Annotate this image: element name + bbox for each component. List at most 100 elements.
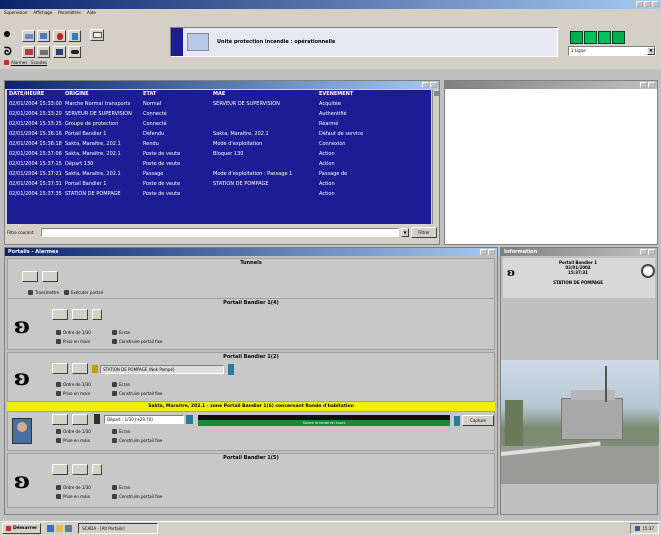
cell-mae: Mode d'exploitation xyxy=(213,141,263,147)
build-option[interactable]: Construire portail fixe xyxy=(112,391,162,396)
start-button[interactable]: Démarrer xyxy=(2,523,42,534)
col-header-origin[interactable]: ORIGINE xyxy=(63,90,141,99)
takeover-option[interactable]: Prise en main xyxy=(56,339,90,344)
line-select[interactable]: 1 Ligne ▼ xyxy=(568,46,656,56)
portal-view-button[interactable] xyxy=(52,309,68,320)
table-row[interactable]: 02/01/2004 15:37:31 Portail Bandier 1 Post… xyxy=(7,179,431,189)
col-header-date[interactable]: DATE/HEURE xyxy=(7,90,63,99)
table-row[interactable]: 02/01/2004 15:37:21 Sakta, Maraitre, 202.… xyxy=(7,169,431,179)
col-header-state[interactable]: ETAT xyxy=(141,90,211,99)
cell-state: Poste de veute xyxy=(143,151,181,157)
capture-button[interactable]: Capture xyxy=(462,415,494,426)
portal-view-button[interactable] xyxy=(52,363,68,374)
minimize-button[interactable] xyxy=(640,249,647,255)
scroll-up-icon[interactable] xyxy=(434,91,439,96)
screen-option[interactable]: Ecran xyxy=(112,330,130,335)
tunnel-camera-button[interactable] xyxy=(42,271,58,282)
phone-button[interactable] xyxy=(37,30,50,42)
network-icon[interactable] xyxy=(635,526,641,531)
portal-person-button[interactable] xyxy=(92,464,102,475)
portal-person-button[interactable] xyxy=(92,309,102,320)
table-row[interactable]: 02/01/2004 15:37:35 STATION DE POMPAGE Pos… xyxy=(7,189,431,199)
monitor-button[interactable] xyxy=(90,29,104,41)
screen-option[interactable]: Ecran xyxy=(112,429,130,434)
folder-icon[interactable] xyxy=(56,525,64,532)
screen-option[interactable]: Ecran xyxy=(112,382,130,387)
portal-camera-button[interactable] xyxy=(72,464,88,475)
order-option[interactable]: Ordre de 1/30 xyxy=(56,382,91,387)
minimize-button[interactable] xyxy=(480,249,487,255)
minimize-button[interactable] xyxy=(640,82,647,88)
table-row[interactable]: 02/01/2004 15:36:16 Portail Bandier 1 Défe… xyxy=(7,129,431,139)
walking-person-icon xyxy=(186,415,193,424)
portal-view-button[interactable] xyxy=(52,414,68,425)
col-header-event[interactable]: EVENEMENT xyxy=(317,90,427,99)
minimize-button[interactable] xyxy=(422,82,429,88)
maximize-button[interactable] xyxy=(430,82,437,88)
menu-supervision[interactable]: Supervision xyxy=(4,9,27,17)
checkbox-icon xyxy=(112,391,117,396)
takeover-option[interactable]: Prise en main xyxy=(56,391,90,396)
tunnel-view-button[interactable] xyxy=(22,271,38,282)
filter-button[interactable]: Filtrer xyxy=(411,227,437,238)
table-row[interactable]: 02/01/2004 15:36:18 Sakta, Maraitre, 202.… xyxy=(7,139,431,149)
camera-button[interactable] xyxy=(22,30,35,42)
table-row[interactable]: 02/01/2004 15:33:00 Marche Normal transpo… xyxy=(7,99,431,109)
eye-button[interactable] xyxy=(68,46,81,58)
ear-icon[interactable] xyxy=(4,31,10,37)
transmit-option[interactable]: Transmettre xyxy=(28,290,59,295)
maximize-button[interactable] xyxy=(648,249,655,255)
people-button[interactable] xyxy=(22,46,35,58)
maximize-button[interactable] xyxy=(488,249,495,255)
table-row[interactable]: 02/01/2004 15:37:06 Sakta, Maraitre, 202.… xyxy=(7,149,431,159)
checkbox-icon xyxy=(56,429,61,434)
departure-select[interactable]: Départ : 1/30 (+29.70) xyxy=(104,415,184,424)
task-button[interactable]: SCADA - [Alt Portails] xyxy=(78,523,159,534)
trees-shape xyxy=(505,400,523,446)
table-row[interactable]: 02/01/2004 15:37:15 Départ 130 Poste de ve… xyxy=(7,159,431,169)
events-scrollbar[interactable] xyxy=(432,90,439,224)
takeover-option[interactable]: Prise en main xyxy=(56,494,90,499)
build-option[interactable]: Construire portail fixe xyxy=(112,494,162,499)
portal-camera-button[interactable] xyxy=(72,309,88,320)
build-option[interactable]: Construire portail fixe xyxy=(112,339,162,344)
order-option[interactable]: Ordre de 1/30 xyxy=(56,330,91,335)
save-button[interactable] xyxy=(53,46,66,58)
menu-parametres[interactable]: Paramètres xyxy=(58,9,81,17)
station-field[interactable]: STATION DE POMPAGE (Nok Pompé) xyxy=(100,365,224,374)
maximize-button[interactable] xyxy=(644,1,651,7)
takeover-option[interactable]: Prise en main xyxy=(56,438,90,443)
portal-camera-button[interactable] xyxy=(72,363,88,374)
col-header-mae[interactable]: MAE xyxy=(211,90,317,99)
build-option[interactable]: Construire portail fixe xyxy=(112,438,162,443)
start-label: Démarrer xyxy=(13,526,38,531)
alarms-link[interactable]: Alarmes - Ecoutes xyxy=(4,60,47,65)
order-option[interactable]: Ordre de 1/30 xyxy=(56,485,91,490)
order-option[interactable]: Ordre de 1/30 xyxy=(56,429,91,434)
alarm-indicator-icon xyxy=(4,60,9,65)
menu-aide[interactable]: Aide xyxy=(87,9,96,17)
filter-dropdown-icon[interactable]: ▼ xyxy=(401,228,409,237)
browser-icon[interactable] xyxy=(47,525,55,532)
walking-person-icon xyxy=(454,416,460,426)
cell-mae xyxy=(211,109,317,119)
alarm-button[interactable] xyxy=(53,30,66,42)
portal-camera-button[interactable] xyxy=(72,414,88,425)
close-button[interactable] xyxy=(652,1,659,7)
print-button[interactable] xyxy=(37,46,50,58)
phone-icon xyxy=(94,414,100,424)
minimize-button[interactable] xyxy=(636,1,643,7)
table-row[interactable]: 02/01/2004 15:33:20 SERVEUR DE SUPERVISIO… xyxy=(7,109,431,119)
person-button[interactable] xyxy=(68,30,81,42)
tunnels-section: Tunnels Transmettre Exécuter portail xyxy=(7,258,495,300)
filter-input[interactable] xyxy=(41,228,399,237)
table-row[interactable]: 02/01/2004 15:33:25 Groupe de protection C… xyxy=(7,119,431,129)
menu-affichage[interactable]: Affichage xyxy=(33,9,52,17)
desktop-icon[interactable] xyxy=(65,525,73,532)
chevron-down-icon[interactable]: ▼ xyxy=(647,47,655,55)
screen-option[interactable]: Ecran xyxy=(112,485,130,490)
line-select-value: 1 Ligne xyxy=(571,48,586,53)
portal-view-button[interactable] xyxy=(52,464,68,475)
maximize-button[interactable] xyxy=(648,82,655,88)
execute-option[interactable]: Exécuter portail xyxy=(64,290,103,295)
